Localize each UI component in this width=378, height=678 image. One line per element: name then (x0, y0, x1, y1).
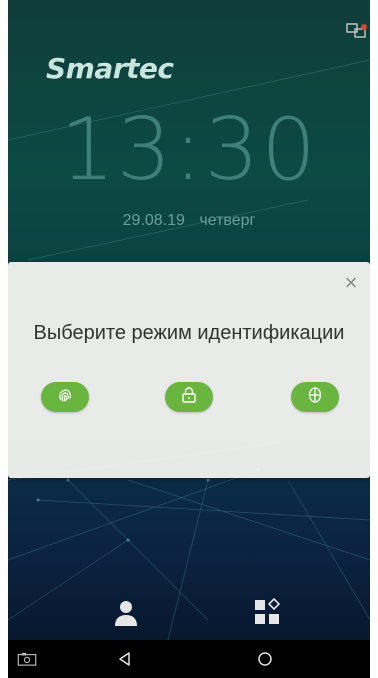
identification-mode-dialog: × Выберите режим идентификации (8, 262, 370, 478)
apps-button[interactable] (253, 597, 283, 633)
dialog-title: Выберите режим идентификации (33, 322, 345, 344)
fingerprint-mode-button[interactable] (41, 382, 89, 412)
network-status-icon (346, 22, 368, 40)
apps-icon (253, 597, 283, 633)
device-screen: Smartec 13:30 29.08.19 четверг × Выберит… (8, 0, 370, 678)
lock-mode-button[interactable] (165, 382, 213, 412)
face-icon (306, 386, 324, 409)
close-icon[interactable]: × (340, 270, 362, 295)
system-navigation-bar (8, 640, 370, 678)
clock-date: 29.08.19 четверг (8, 212, 370, 230)
user-button[interactable] (111, 600, 141, 630)
screenshot-icon[interactable] (16, 648, 38, 670)
date-value: 29.08.19 (122, 212, 185, 229)
back-icon[interactable] (114, 648, 136, 670)
face-mode-button[interactable] (291, 382, 339, 412)
clock-time: 13:30 (60, 100, 318, 200)
brand-logo: Smartec (46, 52, 174, 85)
home-icon[interactable] (254, 648, 276, 670)
user-icon (111, 598, 141, 633)
lock-icon (180, 386, 198, 409)
weekday-value: четверг (199, 212, 256, 229)
fingerprint-icon (56, 386, 74, 409)
